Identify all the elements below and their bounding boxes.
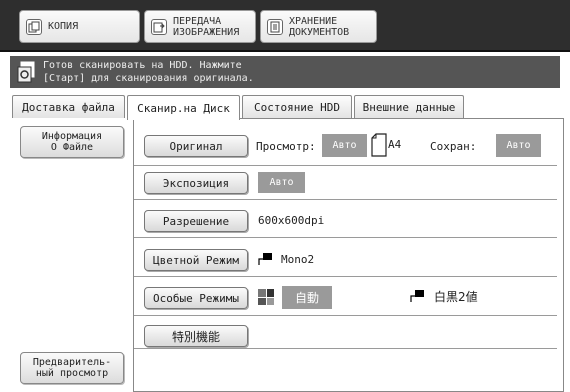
- row-divider: [134, 199, 557, 200]
- tab-hdd-status-label: Состояние HDD: [253, 101, 341, 114]
- mode-bar: КОПИЯ ПЕРЕДАЧА ИЗОБРАЖЕНИЯ ХРАНЕНИЕ ДОКУ…: [0, 0, 570, 52]
- mode-document-filing-button[interactable]: ХРАНЕНИЕ ДОКУМЕНТОВ: [260, 10, 377, 43]
- resolution-button[interactable]: Разрешение: [144, 210, 248, 232]
- paper-size-value: A4: [388, 138, 402, 151]
- special-modes-button-label: Особые Режимы: [152, 291, 240, 305]
- document-filing-icon: [267, 18, 283, 35]
- row-divider: [134, 165, 557, 166]
- status-message-bar: Готов сканировать на HDD. Нажмите [Старт…: [10, 56, 560, 88]
- preview-button[interactable]: Предваритель- ный просмотр: [20, 352, 124, 384]
- auto-mode-icon: [258, 289, 274, 305]
- scan-document-icon: [17, 61, 37, 83]
- image-send-icon: [151, 18, 167, 35]
- status-message-line2: [Старт] для сканирования оригинала.: [43, 73, 254, 84]
- special-modes-button[interactable]: Особые Режимы: [144, 287, 248, 309]
- tab-scan-to-disk[interactable]: Сканир.на Диск: [127, 95, 240, 120]
- color-mode-button[interactable]: Цветной Режим: [144, 249, 248, 271]
- preview-setting-value: Авто: [322, 134, 367, 157]
- special-modes-value: 自動: [282, 286, 332, 309]
- mode-image-send-button[interactable]: ПЕРЕДАЧА ИЗОБРАЖЕНИЯ: [144, 10, 256, 43]
- exposure-button[interactable]: Экспозиция: [144, 172, 248, 194]
- save-setting-label: Сохран:: [430, 140, 477, 153]
- special-functions-button-label: 特別機能: [171, 329, 220, 344]
- tab-external-data-label: Внешние данные: [362, 101, 456, 114]
- tab-file-delivery-label: Доставка файла: [22, 101, 115, 114]
- row-divider: [134, 315, 557, 316]
- row-divider: [134, 237, 557, 238]
- file-info-label: Информация О Файле: [41, 131, 103, 153]
- save-setting-value: Авто: [496, 134, 541, 157]
- side-column: [12, 118, 134, 392]
- tab-hdd-status[interactable]: Состояние HDD: [242, 95, 352, 119]
- tab-file-delivery[interactable]: Доставка файла: [12, 95, 125, 119]
- preview-label: Предваритель- ный просмотр: [32, 357, 112, 379]
- paper-orientation-icon: [371, 133, 387, 157]
- color-mode-value: Mono2: [281, 253, 315, 266]
- exposure-button-label: Экспозиция: [162, 176, 230, 190]
- special-modes-value2: 白黒2値: [434, 290, 478, 304]
- copy-icon: [26, 18, 42, 35]
- mode-document-filing-label: ХРАНЕНИЕ ДОКУМЕНТОВ: [289, 15, 350, 38]
- exposure-value: Авто: [258, 172, 305, 193]
- original-button[interactable]: Оригинал: [144, 135, 248, 157]
- tab-external-data[interactable]: Внешние данные: [354, 95, 464, 119]
- status-message-line1: Готов сканировать на HDD. Нажмите: [43, 60, 242, 71]
- tab-bar: Доставка файла Сканир.на Диск Состояние …: [12, 95, 562, 120]
- mode-copy-label: КОПИЯ: [48, 21, 79, 32]
- resolution-button-label: Разрешение: [162, 214, 230, 228]
- tab-scan-to-disk-label: Сканир.на Диск: [137, 101, 230, 115]
- mono-binary-icon: [410, 290, 424, 302]
- special-functions-button[interactable]: 特別機能: [144, 325, 248, 347]
- color-mode-button-label: Цветной Режим: [152, 253, 240, 267]
- row-divider: [134, 348, 557, 349]
- original-button-label: Оригинал: [169, 139, 223, 153]
- mono-icon: [258, 253, 272, 265]
- row-divider: [134, 276, 557, 277]
- file-info-button[interactable]: Информация О Файле: [20, 126, 124, 158]
- mode-copy-button[interactable]: КОПИЯ: [19, 10, 140, 43]
- preview-setting-label: Просмотр:: [256, 140, 316, 153]
- resolution-value: 600x600dpi: [258, 214, 325, 227]
- mode-image-send-label: ПЕРЕДАЧА ИЗОБРАЖЕНИЯ: [173, 15, 240, 38]
